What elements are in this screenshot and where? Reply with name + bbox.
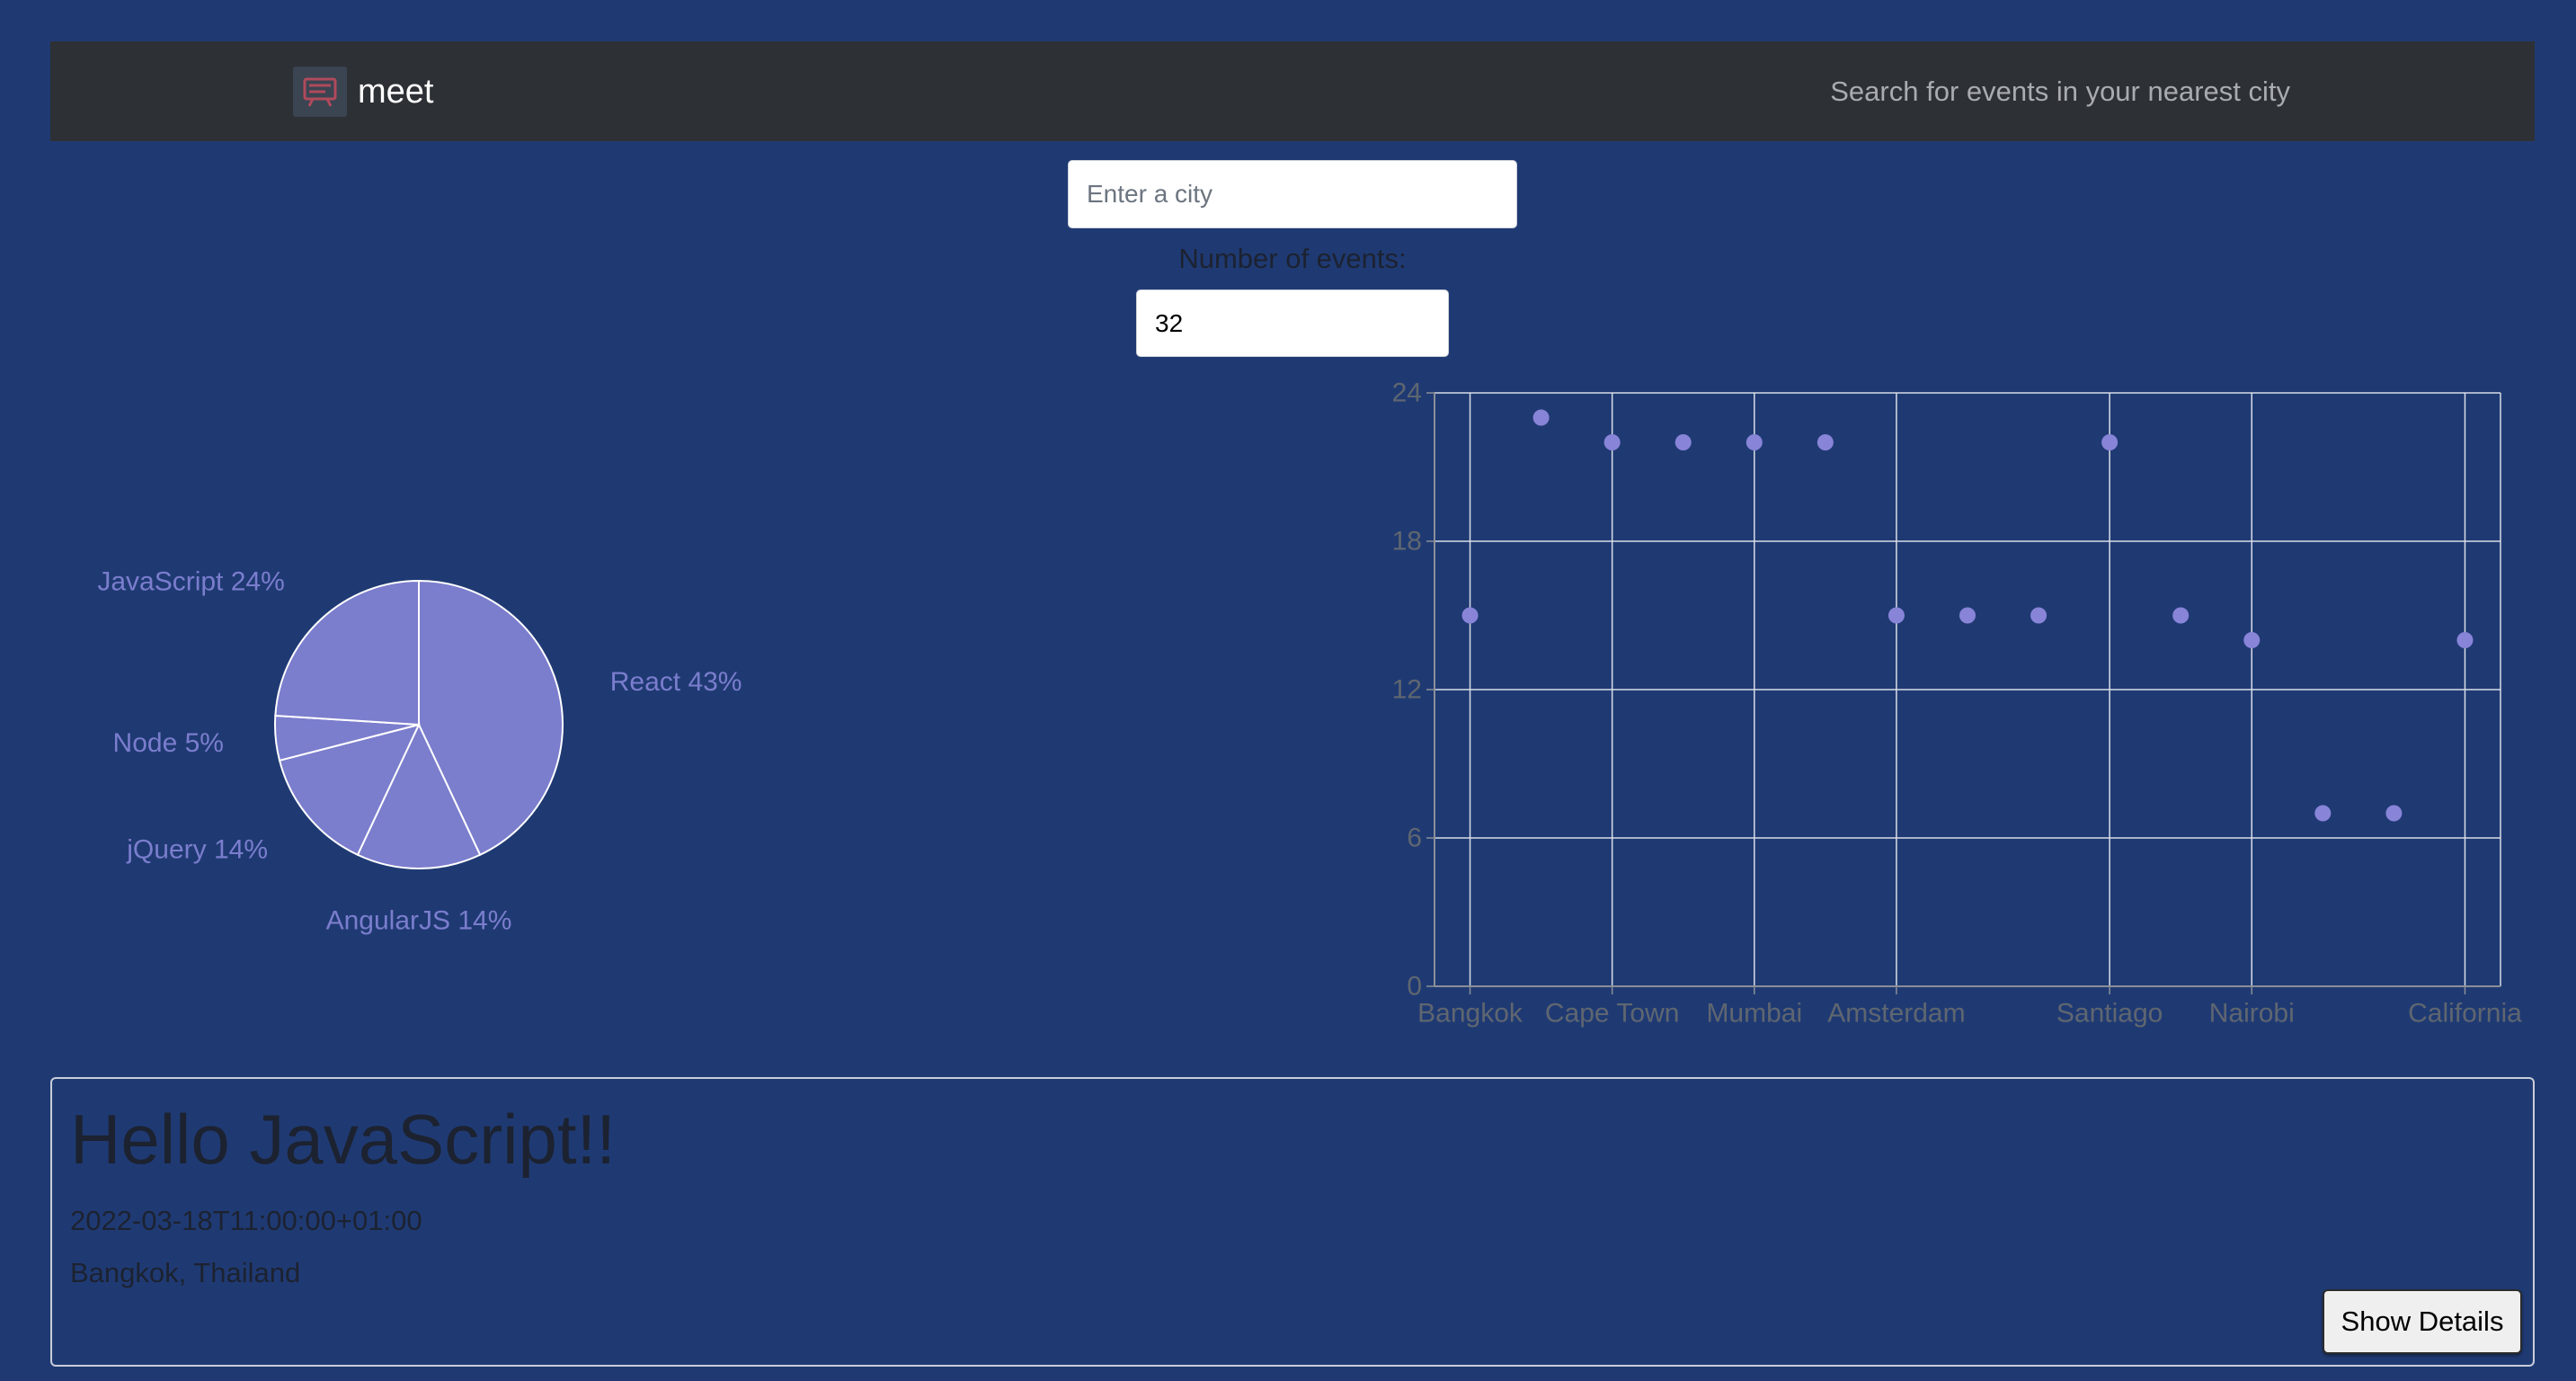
city-events-scatter-chart: 0 6 12 18 24 Bangkok Cape Town Mumbai Amsterdam S…	[1392, 379, 2523, 1029]
scatter-point	[1603, 434, 1621, 450]
y-tick-label: 18	[1392, 527, 1422, 557]
x-tick-label: Amsterdam	[1827, 999, 1965, 1029]
x-tick-label: Mumbai	[1706, 999, 1802, 1029]
scatter-point	[2172, 607, 2190, 624]
y-tick-label: 0	[1407, 972, 1422, 1002]
x-tick-label: Bangkok	[1417, 999, 1523, 1029]
x-tick-label: Santiago	[2056, 999, 2163, 1029]
scatter-point	[1888, 607, 1905, 624]
scatter-point	[2101, 434, 2119, 450]
event-card: Hello JavaScript!! 2022-03-18T11:00:00+0…	[50, 1077, 2535, 1367]
y-tick-label: 12	[1392, 675, 1422, 705]
scatter-point	[1532, 409, 1550, 426]
scatter-point	[1745, 434, 1763, 450]
x-tick-label: Nairobi	[2209, 999, 2295, 1029]
scatter-point	[2385, 805, 2403, 822]
scatter-point	[1959, 607, 1976, 624]
y-tick-label: 6	[1407, 824, 1422, 853]
scatter-point	[2314, 805, 2332, 822]
x-tick-label: California	[2408, 999, 2522, 1029]
scatter-point	[2243, 632, 2261, 648]
event-location: Bangkok, Thailand	[70, 1257, 301, 1288]
y-tick-label: 24	[1392, 379, 1422, 408]
show-details-button[interactable]: Show Details	[2323, 1289, 2522, 1354]
event-title: Hello JavaScript!!	[70, 1100, 616, 1179]
scatter-point	[1817, 434, 1834, 450]
scatter-point	[1461, 607, 1479, 624]
scatter-point	[1674, 434, 1692, 450]
x-tick-label: Cape Town	[1545, 999, 1680, 1029]
scatter-point	[2030, 607, 2047, 624]
scatter-point	[2456, 632, 2474, 648]
event-date: 2022-03-18T11:00:00+01:00	[70, 1205, 422, 1236]
